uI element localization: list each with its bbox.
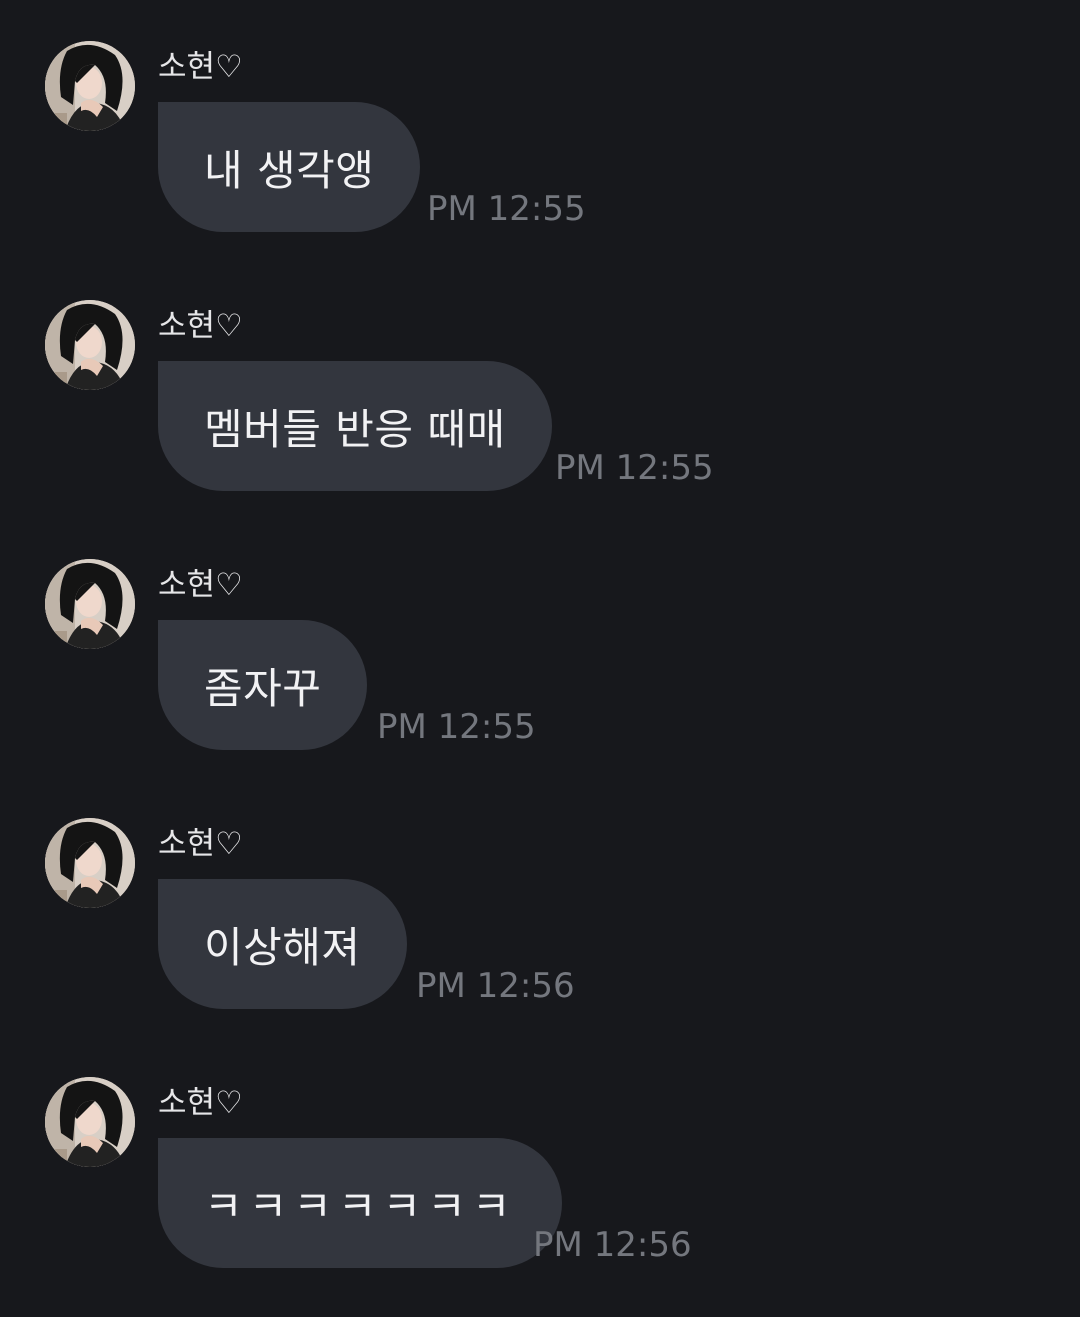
message-timestamp: PM 12:55 xyxy=(377,707,536,747)
sender-name: 소현♡ xyxy=(158,49,243,85)
message-timestamp: PM 12:56 xyxy=(533,1225,692,1265)
message-text: 이상해져 xyxy=(204,922,361,972)
avatar[interactable] xyxy=(45,1077,135,1167)
avatar[interactable] xyxy=(45,300,135,390)
message-timestamp: PM 12:55 xyxy=(427,189,586,229)
message-text: 내 생각앵 xyxy=(204,145,375,195)
avatar[interactable] xyxy=(45,41,135,131)
message-row: 소현♡ 내 생각앵 PM 12:55 xyxy=(0,41,1080,281)
message-timestamp: PM 12:56 xyxy=(416,966,575,1006)
sender-name: 소현♡ xyxy=(158,1085,243,1121)
message-bubble[interactable]: ㅋㅋㅋㅋㅋㅋㅋ xyxy=(158,1138,563,1268)
message-text: 좀자꾸 xyxy=(204,663,322,713)
message-bubble[interactable]: 멤버들 반응 때매 xyxy=(158,361,552,491)
message-text: 멤버들 반응 때매 xyxy=(204,404,506,454)
message-bubble[interactable]: 내 생각앵 xyxy=(158,102,421,232)
message-row: 소현♡ 멤버들 반응 때매 PM 12:55 xyxy=(0,300,1080,540)
sender-name: 소현♡ xyxy=(158,826,243,862)
message-timestamp: PM 12:55 xyxy=(555,448,714,488)
message-text: ㅋㅋㅋㅋㅋㅋㅋ xyxy=(204,1181,517,1231)
message-row: 소현♡ 좀자꾸 PM 12:55 xyxy=(0,559,1080,799)
sender-name: 소현♡ xyxy=(158,567,243,603)
chat-message-list: 소현♡ 내 생각앵 PM 12:55 소현♡ 멤버들 반응 때매 PM 12:5… xyxy=(0,0,1080,1317)
message-row: 소현♡ ㅋㅋㅋㅋㅋㅋㅋ PM 12:56 xyxy=(0,1077,1080,1317)
message-row: 소현♡ 이상해져 PM 12:56 xyxy=(0,818,1080,1058)
message-bubble[interactable]: 이상해져 xyxy=(158,879,407,1009)
message-bubble[interactable]: 좀자꾸 xyxy=(158,620,368,750)
sender-name: 소현♡ xyxy=(158,308,243,344)
avatar[interactable] xyxy=(45,559,135,649)
avatar[interactable] xyxy=(45,818,135,908)
